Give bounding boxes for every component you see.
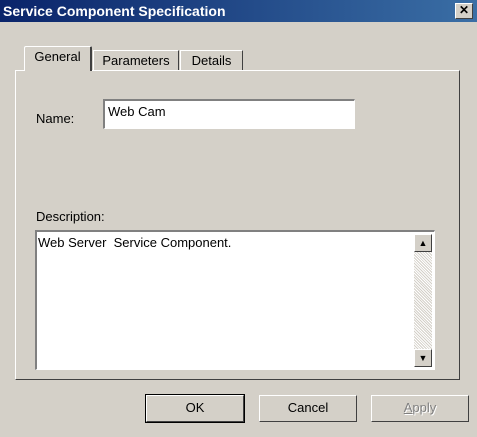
description-textarea[interactable]: Web Server Service Component. ▲ ▼ bbox=[35, 230, 435, 370]
description-label: Description: bbox=[36, 209, 105, 224]
name-field[interactable]: Web Cam bbox=[103, 99, 355, 129]
ok-button[interactable]: OK bbox=[145, 394, 245, 423]
tab-general[interactable]: General bbox=[24, 46, 92, 71]
window-title: Service Component Specification bbox=[3, 3, 226, 19]
tab-parameters[interactable]: Parameters bbox=[93, 50, 179, 72]
name-label: Name: bbox=[36, 111, 75, 126]
scroll-up-arrow-icon[interactable]: ▲ bbox=[414, 234, 432, 252]
cancel-button[interactable]: Cancel bbox=[259, 395, 357, 422]
title-bar[interactable]: Service Component Specification ✕ bbox=[0, 0, 477, 22]
tab-details[interactable]: Details bbox=[180, 50, 243, 72]
description-text: Web Server Service Component. bbox=[38, 235, 232, 250]
apply-button[interactable]: Apply bbox=[371, 395, 469, 422]
vertical-scrollbar[interactable]: ▲ ▼ bbox=[414, 234, 432, 367]
scroll-down-arrow-icon[interactable]: ▼ bbox=[414, 349, 432, 367]
close-icon[interactable]: ✕ bbox=[455, 3, 473, 19]
apply-label-rest: pply bbox=[412, 400, 437, 415]
